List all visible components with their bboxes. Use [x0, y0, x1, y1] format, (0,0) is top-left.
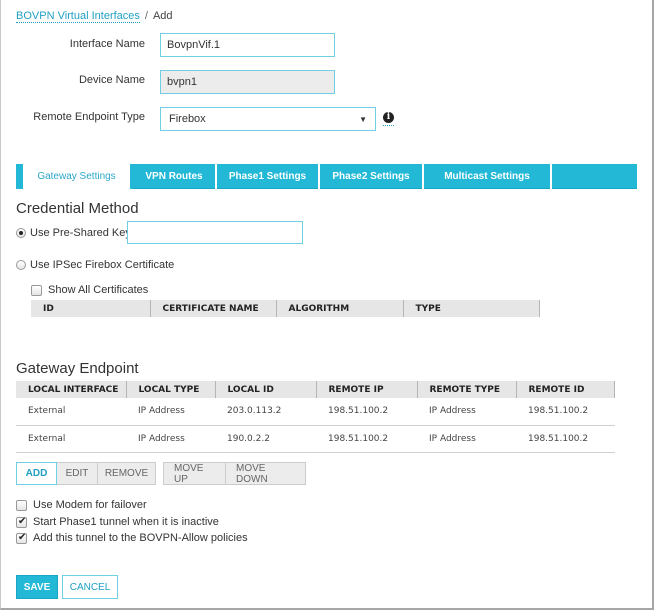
save-button[interactable]: SAVE: [16, 575, 58, 599]
cell-local-interface: External: [16, 398, 126, 426]
interface-name-input[interactable]: [160, 33, 335, 57]
edit-button[interactable]: EDIT: [57, 462, 98, 485]
breadcrumb-separator: /: [144, 10, 148, 22]
cell-remote-type: IP Address: [417, 425, 516, 453]
cancel-button[interactable]: CANCEL: [62, 575, 118, 599]
table-row[interactable]: External IP Address 190.0.2.2 198.51.100…: [16, 425, 615, 453]
psk-option[interactable]: Use Pre-Shared Key: [16, 227, 131, 239]
tab-gateway-settings[interactable]: Gateway Settings: [16, 164, 133, 189]
device-name-input: [160, 70, 335, 94]
info-icon: i: [383, 112, 394, 123]
gw-col-local-interface[interactable]: LOCAL INTERFACE: [16, 381, 127, 398]
cell-remote-id: 198.51.100.2: [516, 425, 615, 453]
psk-radio[interactable]: [16, 228, 26, 239]
breadcrumb: BOVPN Virtual Interfaces / Add: [16, 10, 173, 23]
gateway-edit-buttons: ADD EDIT REMOVE: [16, 462, 156, 485]
gateway-endpoint-title: Gateway Endpoint: [16, 360, 139, 377]
show-all-certs-label: Show All Certificates: [48, 284, 149, 297]
cert-col-type[interactable]: TYPE: [403, 300, 540, 317]
modem-failover-label: Use Modem for failover: [33, 499, 147, 512]
gateway-table-header: LOCAL INTERFACE LOCAL TYPE LOCAL ID REMO…: [16, 381, 615, 398]
move-down-button[interactable]: MOVE DOWN: [226, 462, 306, 485]
tab-bar: Gateway Settings VPN Routes Phase1 Setti…: [16, 164, 637, 189]
bovpn-allow-checkbox[interactable]: [16, 532, 27, 544]
tab-vpn-routes[interactable]: VPN Routes: [133, 164, 217, 189]
cell-local-type: IP Address: [126, 398, 215, 426]
gw-col-remote-id[interactable]: REMOTE ID: [516, 381, 615, 398]
gateway-endpoint-table: LOCAL INTERFACE LOCAL TYPE LOCAL ID REMO…: [16, 381, 615, 453]
remote-endpoint-info[interactable]: i: [383, 112, 394, 126]
remote-endpoint-type-select[interactable]: Firebox ▼: [160, 107, 376, 131]
chevron-down-icon: ▼: [359, 114, 367, 124]
cell-remote-id: 198.51.100.2: [516, 398, 615, 426]
show-all-certs-option[interactable]: Show All Certificates: [31, 284, 148, 296]
cert-col-algorithm[interactable]: ALGORITHM: [276, 300, 404, 317]
cell-remote-ip: 198.51.100.2: [316, 425, 417, 453]
cert-label: Use IPSec Firebox Certificate: [30, 259, 175, 272]
cell-local-interface: External: [16, 425, 126, 453]
credential-method-title: Credential Method: [16, 200, 139, 217]
add-button[interactable]: ADD: [16, 462, 57, 485]
table-row[interactable]: External IP Address 203.0.113.2 198.51.1…: [16, 398, 615, 426]
gw-col-local-type[interactable]: LOCAL TYPE: [126, 381, 216, 398]
bovpn-allow-option[interactable]: Add this tunnel to the BOVPN-Allow polic…: [16, 532, 248, 544]
gw-col-remote-ip[interactable]: REMOTE IP: [316, 381, 418, 398]
cert-col-id[interactable]: ID: [31, 300, 151, 317]
modem-failover-option[interactable]: Use Modem for failover: [16, 499, 147, 511]
remote-endpoint-type-label: Remote Endpoint Type: [33, 111, 145, 123]
modem-failover-checkbox[interactable]: [16, 499, 27, 511]
interface-name-label: Interface Name: [69, 38, 145, 50]
cell-remote-ip: 198.51.100.2: [316, 398, 417, 426]
cert-option[interactable]: Use IPSec Firebox Certificate: [16, 259, 174, 271]
breadcrumb-current: Add: [152, 10, 173, 22]
gw-col-local-id[interactable]: LOCAL ID: [215, 381, 317, 398]
certificate-table-header: ID CERTIFICATE NAME ALGORITHM TYPE: [31, 300, 540, 317]
start-phase1-label: Start Phase1 tunnel when it is inactive: [33, 516, 219, 529]
move-up-button[interactable]: MOVE UP: [163, 462, 226, 485]
start-phase1-option[interactable]: Start Phase1 tunnel when it is inactive: [16, 516, 219, 528]
certificate-table: ID CERTIFICATE NAME ALGORITHM TYPE: [31, 300, 540, 317]
tab-bar-filler: [552, 164, 637, 189]
remove-button[interactable]: REMOVE: [98, 462, 156, 485]
gateway-move-buttons: MOVE UP MOVE DOWN: [163, 462, 306, 485]
gw-col-remote-type[interactable]: REMOTE TYPE: [417, 381, 517, 398]
psk-label: Use Pre-Shared Key: [30, 227, 131, 240]
device-name-label: Device Name: [78, 74, 145, 86]
cert-col-name[interactable]: CERTIFICATE NAME: [150, 300, 277, 317]
breadcrumb-parent-link[interactable]: BOVPN Virtual Interfaces: [16, 10, 140, 23]
bovpn-allow-label: Add this tunnel to the BOVPN-Allow polic…: [33, 532, 248, 545]
show-all-certs-checkbox[interactable]: [31, 284, 42, 296]
cell-local-id: 203.0.113.2: [215, 398, 316, 426]
tab-multicast-settings[interactable]: Multicast Settings: [424, 164, 552, 189]
pre-shared-key-input[interactable]: [127, 221, 303, 244]
start-phase1-checkbox[interactable]: [16, 516, 27, 528]
tab-phase2-settings[interactable]: Phase2 Settings: [320, 164, 424, 189]
cell-remote-type: IP Address: [417, 398, 516, 426]
cert-radio[interactable]: [16, 260, 26, 271]
cell-local-id: 190.0.2.2: [215, 425, 316, 453]
remote-endpoint-type-value: Firebox: [169, 113, 206, 125]
cell-local-type: IP Address: [126, 425, 215, 453]
tab-phase1-settings[interactable]: Phase1 Settings: [217, 164, 320, 189]
